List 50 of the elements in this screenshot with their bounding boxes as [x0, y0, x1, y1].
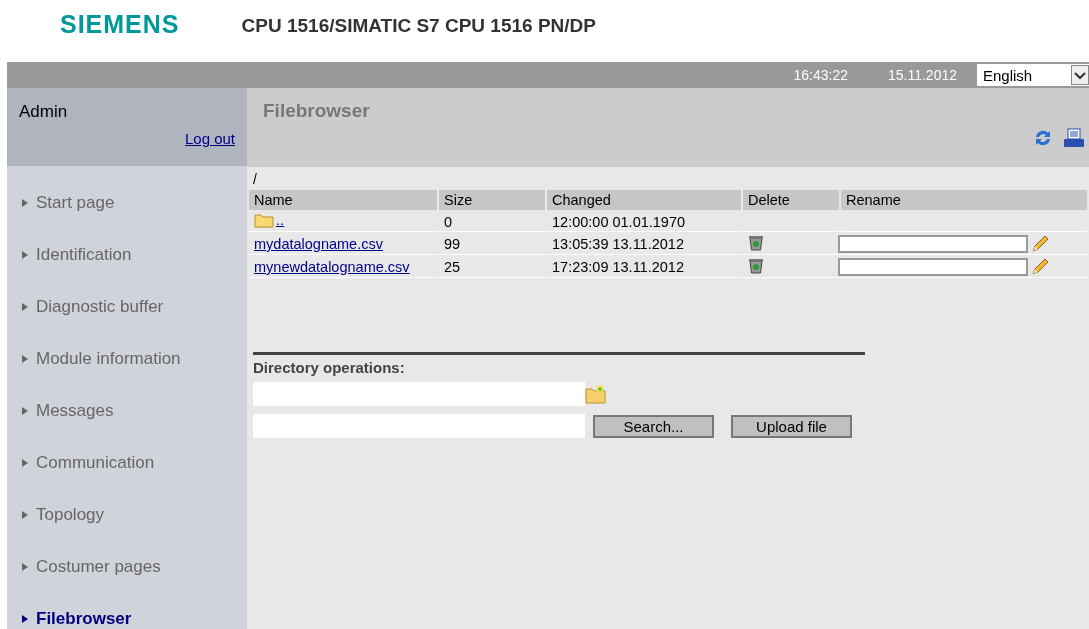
file-link[interactable]: mydatalogname.csv — [254, 236, 383, 252]
trash-icon[interactable] — [748, 234, 764, 251]
column-header: Size — [439, 190, 545, 210]
folder-name-field[interactable] — [253, 382, 585, 406]
triangle-icon — [22, 198, 28, 207]
refresh-icon[interactable] — [1033, 128, 1053, 148]
triangle-icon — [22, 562, 28, 571]
section-label: Directory operations: — [253, 359, 406, 376]
file-link[interactable]: mynewdatalogname.csv — [254, 259, 410, 275]
user-name: Admin — [19, 102, 68, 122]
language-select[interactable]: English — [977, 64, 1089, 86]
rename-field[interactable] — [838, 258, 1028, 276]
pencil-icon[interactable] — [1030, 234, 1050, 254]
rename-field[interactable] — [838, 235, 1028, 253]
path-text: / — [252, 170, 258, 188]
print-icon[interactable] — [1063, 128, 1085, 148]
nav-item[interactable]: Start page — [7, 192, 247, 213]
triangle-icon — [22, 510, 28, 519]
nav-item[interactable]: Filebrowser — [7, 608, 247, 629]
nav-item[interactable]: Module information — [7, 348, 247, 369]
triangle-icon — [22, 354, 28, 363]
date-text: 15.11.2012 — [887, 67, 957, 83]
nav-item[interactable]: Identification — [7, 244, 247, 265]
nav-item[interactable]: Diagnostic buffer — [7, 296, 247, 317]
column-header: Changed — [547, 190, 741, 210]
nav-item[interactable]: Communication — [7, 452, 247, 473]
file-link[interactable]: .. — [276, 212, 285, 229]
column-header: Name — [249, 190, 437, 210]
triangle-icon — [22, 250, 28, 259]
nav-item[interactable]: Messages — [7, 400, 247, 421]
time-text: 16:43:22 — [793, 67, 848, 83]
logo: SIEMENS — [60, 9, 180, 39]
triangle-icon — [22, 614, 28, 623]
triangle-icon — [22, 458, 28, 467]
caret-icon — [1071, 65, 1089, 85]
logout-link[interactable]: Log out — [184, 130, 235, 147]
column-header: Delete — [743, 190, 839, 210]
triangle-icon — [22, 406, 28, 415]
nav-item[interactable]: Costumer pages — [7, 556, 247, 577]
search-button[interactable]: Search... — [593, 414, 714, 438]
triangle-icon — [22, 302, 28, 311]
section-title: Filebrowser — [263, 100, 370, 123]
nav-item[interactable]: Topology — [7, 504, 247, 525]
new-folder-icon[interactable] — [585, 384, 607, 404]
trash-icon[interactable] — [748, 257, 764, 274]
pencil-icon[interactable] — [1030, 257, 1050, 277]
upload-button[interactable]: Upload file — [731, 414, 852, 438]
column-header: Rename — [841, 190, 1087, 210]
page-title: CPU 1516/SIMATIC S7 CPU 1516 PN/DP — [241, 15, 596, 37]
folder-icon — [254, 212, 274, 228]
